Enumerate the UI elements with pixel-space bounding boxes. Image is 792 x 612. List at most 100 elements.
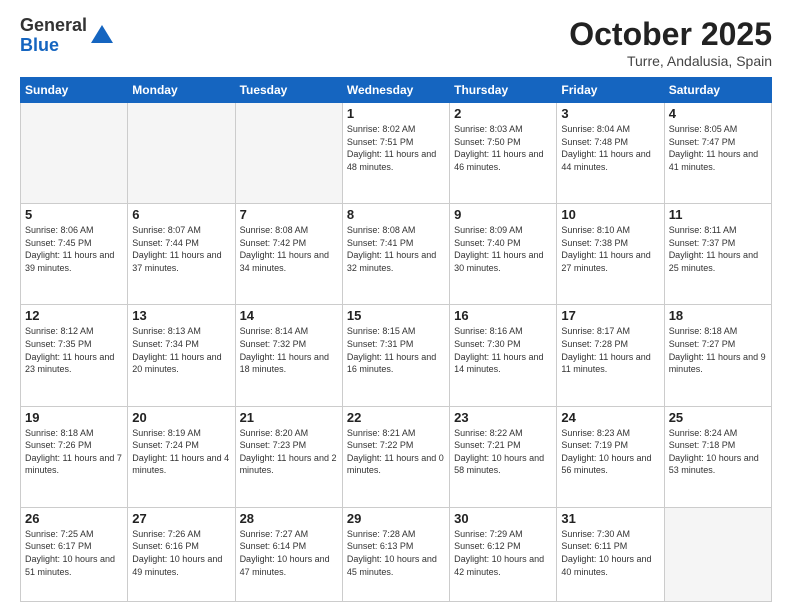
day-number: 6 [132,207,230,222]
day-number: 12 [25,308,123,323]
day-info: Sunrise: 8:20 AM Sunset: 7:23 PM Dayligh… [240,427,338,477]
table-row: 29 Sunrise: 7:28 AM Sunset: 6:13 PM Dayli… [342,507,449,601]
month-title: October 2025 [569,16,772,53]
day-number: 10 [561,207,659,222]
table-row: 10 Sunrise: 8:10 AM Sunset: 7:38 PM Dayli… [557,204,664,305]
day-number: 7 [240,207,338,222]
day-number: 14 [240,308,338,323]
table-row: 15 Sunrise: 8:15 AM Sunset: 7:31 PM Dayli… [342,305,449,406]
table-row [235,103,342,204]
day-info: Sunrise: 7:25 AM Sunset: 6:17 PM Dayligh… [25,528,123,578]
col-friday: Friday [557,78,664,103]
day-number: 2 [454,106,552,121]
day-info: Sunrise: 7:29 AM Sunset: 6:12 PM Dayligh… [454,528,552,578]
page: General Blue October 2025 Turre, Andalus… [0,0,792,612]
day-info: Sunrise: 8:10 AM Sunset: 7:38 PM Dayligh… [561,224,659,274]
day-info: Sunrise: 8:17 AM Sunset: 7:28 PM Dayligh… [561,325,659,375]
day-number: 13 [132,308,230,323]
day-info: Sunrise: 8:12 AM Sunset: 7:35 PM Dayligh… [25,325,123,375]
table-row: 13 Sunrise: 8:13 AM Sunset: 7:34 PM Dayli… [128,305,235,406]
day-number: 4 [669,106,767,121]
day-info: Sunrise: 8:09 AM Sunset: 7:40 PM Dayligh… [454,224,552,274]
table-row: 22 Sunrise: 8:21 AM Sunset: 7:22 PM Dayli… [342,406,449,507]
table-row: 28Sunrise: 7:27 AM Sunset: 6:14 PM Dayli… [235,507,342,601]
day-number: 23 [454,410,552,425]
day-info: Sunrise: 8:14 AM Sunset: 7:32 PM Dayligh… [240,325,338,375]
day-number: 22 [347,410,445,425]
col-tuesday: Tuesday [235,78,342,103]
col-sunday: Sunday [21,78,128,103]
day-info: Sunrise: 8:03 AM Sunset: 7:50 PM Dayligh… [454,123,552,173]
table-row: 4 Sunrise: 8:05 AM Sunset: 7:47 PM Daylig… [664,103,771,204]
logo-text-block: General Blue [20,16,113,56]
day-number: 17 [561,308,659,323]
day-info: Sunrise: 7:30 AM Sunset: 6:11 PM Dayligh… [561,528,659,578]
table-row: 2 Sunrise: 8:03 AM Sunset: 7:50 PM Daylig… [450,103,557,204]
table-row: 5Sunrise: 8:06 AM Sunset: 7:45 PM Daylig… [21,204,128,305]
day-info: Sunrise: 8:07 AM Sunset: 7:44 PM Dayligh… [132,224,230,274]
table-row: 1 Sunrise: 8:02 AM Sunset: 7:51 PM Daylig… [342,103,449,204]
table-row [664,507,771,601]
day-number: 25 [669,410,767,425]
table-row: 7 Sunrise: 8:08 AM Sunset: 7:42 PM Daylig… [235,204,342,305]
table-row: 21 Sunrise: 8:20 AM Sunset: 7:23 PM Dayli… [235,406,342,507]
day-number: 19 [25,410,123,425]
table-row: 20 Sunrise: 8:19 AM Sunset: 7:24 PM Dayli… [128,406,235,507]
table-row: 8 Sunrise: 8:08 AM Sunset: 7:41 PM Daylig… [342,204,449,305]
table-row: 14 Sunrise: 8:14 AM Sunset: 7:32 PM Dayli… [235,305,342,406]
calendar-header-row: Sunday Monday Tuesday Wednesday Thursday… [21,78,772,103]
day-info: Sunrise: 7:27 AM Sunset: 6:14 PM Dayligh… [240,528,338,578]
col-saturday: Saturday [664,78,771,103]
day-info: Sunrise: 7:26 AM Sunset: 6:16 PM Dayligh… [132,528,230,578]
day-number: 8 [347,207,445,222]
day-number: 15 [347,308,445,323]
day-info: Sunrise: 8:08 AM Sunset: 7:42 PM Dayligh… [240,224,338,274]
table-row: 31 Sunrise: 7:30 AM Sunset: 6:11 PM Dayli… [557,507,664,601]
day-info: Sunrise: 8:02 AM Sunset: 7:51 PM Dayligh… [347,123,445,173]
table-row: 26 Sunrise: 7:25 AM Sunset: 6:17 PM Dayli… [21,507,128,601]
title-block: October 2025 Turre, Andalusia, Spain [569,16,772,69]
col-monday: Monday [128,78,235,103]
day-number: 20 [132,410,230,425]
day-info: Sunrise: 8:22 AM Sunset: 7:21 PM Dayligh… [454,427,552,477]
day-info: Sunrise: 8:08 AM Sunset: 7:41 PM Dayligh… [347,224,445,274]
day-info: Sunrise: 8:11 AM Sunset: 7:37 PM Dayligh… [669,224,767,274]
day-number: 31 [561,511,659,526]
day-info: Sunrise: 8:18 AM Sunset: 7:26 PM Dayligh… [25,427,123,477]
day-info: Sunrise: 8:24 AM Sunset: 7:18 PM Dayligh… [669,427,767,477]
day-number: 24 [561,410,659,425]
table-row: 6 Sunrise: 8:07 AM Sunset: 7:44 PM Daylig… [128,204,235,305]
calendar-table: Sunday Monday Tuesday Wednesday Thursday… [20,77,772,602]
day-number: 29 [347,511,445,526]
table-row: 3 Sunrise: 8:04 AM Sunset: 7:48 PM Daylig… [557,103,664,204]
day-info: Sunrise: 8:04 AM Sunset: 7:48 PM Dayligh… [561,123,659,173]
day-info: Sunrise: 8:15 AM Sunset: 7:31 PM Dayligh… [347,325,445,375]
table-row: 16 Sunrise: 8:16 AM Sunset: 7:30 PM Dayli… [450,305,557,406]
day-info: Sunrise: 7:28 AM Sunset: 6:13 PM Dayligh… [347,528,445,578]
day-info: Sunrise: 8:21 AM Sunset: 7:22 PM Dayligh… [347,427,445,477]
table-row: 9 Sunrise: 8:09 AM Sunset: 7:40 PM Daylig… [450,204,557,305]
day-info: Sunrise: 8:05 AM Sunset: 7:47 PM Dayligh… [669,123,767,173]
logo-triangle-icon [91,23,113,45]
table-row: 12 Sunrise: 8:12 AM Sunset: 7:35 PM Dayli… [21,305,128,406]
day-number: 21 [240,410,338,425]
day-info: Sunrise: 8:16 AM Sunset: 7:30 PM Dayligh… [454,325,552,375]
table-row [21,103,128,204]
day-info: Sunrise: 8:19 AM Sunset: 7:24 PM Dayligh… [132,427,230,477]
location: Turre, Andalusia, Spain [569,53,772,69]
table-row: 11Sunrise: 8:11 AM Sunset: 7:37 PM Dayli… [664,204,771,305]
day-number: 9 [454,207,552,222]
header: General Blue October 2025 Turre, Andalus… [20,16,772,69]
day-number: 26 [25,511,123,526]
table-row: 30 Sunrise: 7:29 AM Sunset: 6:12 PM Dayli… [450,507,557,601]
day-number: 1 [347,106,445,121]
day-number: 30 [454,511,552,526]
table-row: 18Sunrise: 8:18 AM Sunset: 7:27 PM Dayli… [664,305,771,406]
table-row [128,103,235,204]
day-number: 16 [454,308,552,323]
day-number: 5 [25,207,123,222]
day-info: Sunrise: 8:18 AM Sunset: 7:27 PM Dayligh… [669,325,767,375]
day-info: Sunrise: 8:13 AM Sunset: 7:34 PM Dayligh… [132,325,230,375]
day-number: 3 [561,106,659,121]
table-row: 17 Sunrise: 8:17 AM Sunset: 7:28 PM Dayli… [557,305,664,406]
